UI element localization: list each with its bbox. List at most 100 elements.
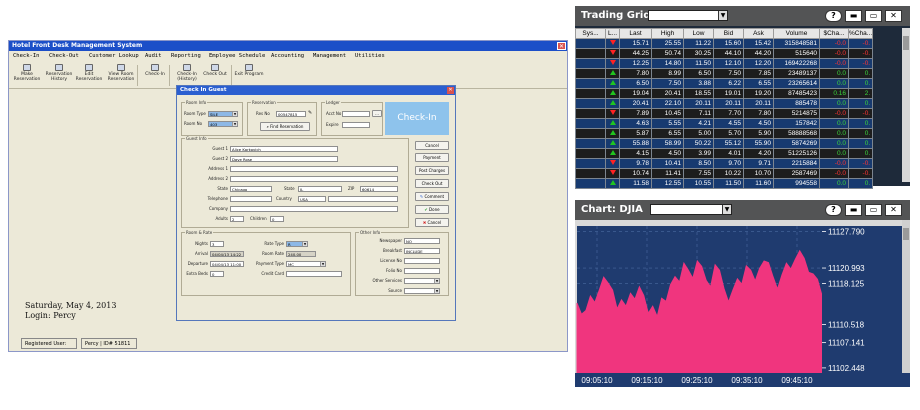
- symbol-cell[interactable]: [575, 168, 606, 179]
- col-header-pct-change[interactable]: %Cha...: [847, 28, 874, 39]
- close-button[interactable]: ✕: [885, 10, 902, 22]
- pencil-icon[interactable]: ✎: [308, 110, 312, 116]
- breakfast-field[interactable]: INCLUDE: [404, 248, 440, 254]
- close-icon[interactable]: ✕: [557, 42, 566, 50]
- col-header-last[interactable]: Last: [619, 28, 652, 39]
- symbol-cell[interactable]: [575, 88, 606, 99]
- country-extra-field[interactable]: [328, 196, 398, 202]
- make-reservation-button[interactable]: Make Reservation: [11, 64, 43, 88]
- guest1-field[interactable]: Alice Karkovich: [230, 146, 338, 152]
- table-row[interactable]: 11.58 12.55 10.55 11.50 11.60 994558 0.0 0.: [575, 178, 874, 189]
- cancel-side-button[interactable]: Cancel: [415, 141, 449, 150]
- guest2-field[interactable]: Dave Rose: [230, 156, 338, 162]
- symbol-cell[interactable]: [575, 158, 606, 169]
- symbol-cell[interactable]: [575, 118, 606, 129]
- room-no-select[interactable]: 403 ▼: [208, 121, 238, 127]
- menu-checkin[interactable]: Check-In: [13, 52, 40, 61]
- company-field[interactable]: [230, 206, 398, 212]
- children-stepper[interactable]: 0: [270, 216, 284, 222]
- symbol-cell[interactable]: [575, 48, 606, 59]
- folio-field[interactable]: [404, 268, 440, 274]
- symbol-cell[interactable]: [575, 128, 606, 139]
- res-no-field[interactable]: 00547815: [276, 111, 306, 117]
- check-out-side-button[interactable]: Check Out: [415, 179, 449, 188]
- reservation-history-button[interactable]: Reservation History: [43, 64, 75, 88]
- col-header-dollar-change[interactable]: $Cha...: [819, 28, 849, 39]
- symbol-cell[interactable]: [575, 108, 606, 119]
- edit-reservation-button[interactable]: Edit Reservation: [73, 64, 105, 88]
- table-row[interactable]: 12.25 14.80 11.50 12.10 12.20 169422268 -0.0 -0…: [575, 58, 874, 69]
- symbol-cell[interactable]: [575, 68, 606, 79]
- find-reservation-button[interactable]: ⌕ Find Reservation: [260, 122, 310, 131]
- menu-employee-schedule[interactable]: Employee Schedule: [209, 52, 265, 61]
- grid-scrollbar[interactable]: [902, 28, 910, 182]
- state-field[interactable]: IL: [298, 186, 342, 192]
- payment-type-select[interactable]: MC ▼: [286, 261, 326, 267]
- menu-audit[interactable]: Audit: [145, 52, 162, 61]
- symbol-cell[interactable]: [575, 138, 606, 149]
- symbol-cell[interactable]: [575, 148, 606, 159]
- grid-symbol-select[interactable]: ▼: [648, 10, 728, 21]
- chart-close-button[interactable]: ✕: [885, 204, 902, 216]
- table-row[interactable]: 7.80 8.99 6.50 7.50 7.85 23489137 0.0 0.: [575, 68, 874, 79]
- symbol-cell[interactable]: [575, 58, 606, 69]
- chart-symbol-select[interactable]: ▼: [650, 204, 732, 215]
- col-header-low[interactable]: Low: [683, 28, 714, 39]
- nights-stepper[interactable]: 3: [210, 241, 224, 247]
- col-header-ask[interactable]: Ask: [743, 28, 774, 39]
- checkin-button[interactable]: Check-In: [139, 64, 171, 88]
- adults-stepper[interactable]: 2: [230, 216, 244, 222]
- country-field[interactable]: USA: [298, 196, 326, 202]
- newspaper-field[interactable]: NO: [404, 238, 440, 244]
- col-header-bid[interactable]: Bid: [713, 28, 744, 39]
- zip-field[interactable]: 60614: [360, 186, 398, 192]
- view-room-reservation-button[interactable]: View Room Reservation: [105, 64, 137, 88]
- post-charges-button[interactable]: Post Charges: [415, 166, 449, 175]
- table-row[interactable]: 7.89 10.45 7.11 7.70 7.80 5214875 -0.0 -0.: [575, 108, 874, 119]
- address2-field[interactable]: [230, 176, 398, 182]
- dialog-close-icon[interactable]: ✕: [447, 87, 454, 94]
- table-row[interactable]: 4.15 4.50 3.99 4.01 4.20 51225126 0.0 0.: [575, 148, 874, 159]
- source-select[interactable]: ▼: [404, 288, 440, 294]
- acct-lookup-button[interactable]: ...: [372, 110, 382, 117]
- table-row[interactable]: 55.88 58.99 50.22 55.12 55.90 5874269 0.0 0.: [575, 138, 874, 149]
- acct-no-field[interactable]: [342, 111, 370, 117]
- credit-card-field[interactable]: [286, 271, 342, 277]
- menu-customer-lookup[interactable]: Customer Lookup: [89, 52, 139, 61]
- license-field[interactable]: [404, 258, 440, 264]
- table-row[interactable]: 10.74 11.41 7.55 10.22 10.70 2587469 -0.0 -0.: [575, 168, 874, 179]
- chart-minimize-button[interactable]: ▬: [845, 204, 862, 216]
- symbol-cell[interactable]: [575, 78, 606, 89]
- menu-checkout[interactable]: Check-Out: [49, 52, 79, 61]
- checkin-submit-button[interactable]: Check-In: [385, 102, 449, 135]
- col-header-symbol[interactable]: Sys...: [575, 28, 606, 39]
- table-row[interactable]: 19.04 20.41 18.55 19.01 19.20 87485423 0.16 2.: [575, 88, 874, 99]
- table-row[interactable]: 44.25 50.74 30.25 44.10 44.20 515640 -0.0 -0.: [575, 48, 874, 59]
- menu-reporting[interactable]: Reporting: [171, 52, 201, 61]
- chart-maximize-button[interactable]: ▭: [865, 204, 882, 216]
- table-row[interactable]: 9.78 10.41 8.50 9.70 9.71 2215884 -0.0 -0.: [575, 158, 874, 169]
- symbol-cell[interactable]: [575, 38, 606, 49]
- scrollbar-thumb[interactable]: [903, 36, 909, 50]
- table-row[interactable]: 15.71 25.55 11.22 15.60 15.42 315848581 -0.0 -0…: [575, 38, 874, 49]
- col-header-volume[interactable]: Volume: [773, 28, 820, 39]
- col-header-indicator[interactable]: L...: [605, 28, 620, 39]
- chart-help-button[interactable]: ?: [825, 204, 842, 216]
- table-row[interactable]: 4.63 5.55 4.21 4.55 4.50 157842 0.0 0.: [575, 118, 874, 129]
- room-type-select[interactable]: SILE ▼: [208, 111, 238, 117]
- symbol-cell[interactable]: [575, 178, 606, 189]
- city-field[interactable]: Chicago: [230, 186, 272, 192]
- departure-field[interactable]: 04/04/13 11:00: [210, 261, 244, 267]
- comment-button[interactable]: ✎ Comment: [415, 192, 449, 201]
- arrival-field[interactable]: 04/04/13 14:22: [210, 251, 244, 257]
- extra-beds-stepper[interactable]: 0: [210, 271, 224, 277]
- menu-utilities[interactable]: Utilities: [355, 52, 385, 61]
- cancel-button[interactable]: ✖ Cancel: [415, 218, 449, 227]
- room-rate-field[interactable]: 240.00: [286, 251, 316, 257]
- maximize-button[interactable]: ▭: [865, 10, 882, 22]
- done-button[interactable]: ✔ Done: [415, 205, 449, 214]
- help-button[interactable]: ?: [825, 10, 842, 22]
- col-header-high[interactable]: High: [651, 28, 684, 39]
- rate-type-select[interactable]: R ▼: [286, 241, 308, 247]
- menu-accounting[interactable]: Accounting: [271, 52, 304, 61]
